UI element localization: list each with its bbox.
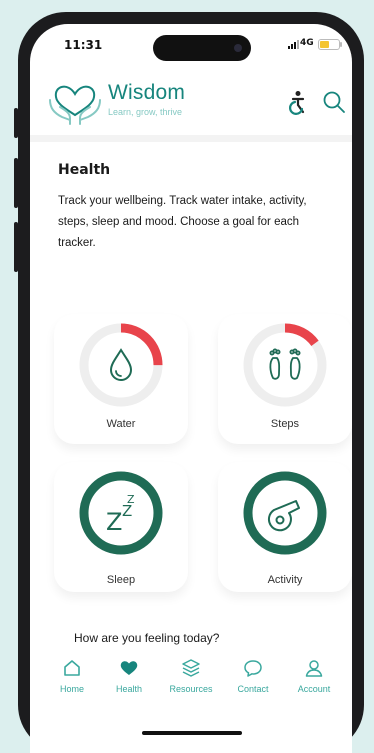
nav-account[interactable]: Account <box>282 658 346 694</box>
search-icon[interactable] <box>322 90 346 114</box>
app-header: Wisdom Learn, grow, thrive <box>30 76 352 132</box>
tracker-card-water[interactable]: Water <box>54 314 188 444</box>
sleep-progress-ring: Z Z Z <box>79 471 163 555</box>
page-description: Track your wellbeing. Track water intake… <box>58 195 307 249</box>
chat-bubble-icon <box>244 660 262 677</box>
person-icon <box>305 660 323 677</box>
brand-tagline: Learn, grow, thrive <box>108 107 183 117</box>
svg-text:Z: Z <box>127 493 135 506</box>
app-screen: 11:31 4G Wisdom Learn, grow, thrive Heal… <box>30 24 352 753</box>
nav-contact[interactable]: Contact <box>221 658 285 694</box>
accessibility-icon[interactable] <box>287 90 309 116</box>
tracker-card-activity[interactable]: Activity <box>218 462 352 592</box>
battery-icon <box>318 39 342 50</box>
tracker-label-activity: Activity <box>267 574 303 586</box>
status-bar: 11:31 4G <box>30 24 352 70</box>
svg-text:Z: Z <box>106 508 122 536</box>
network-type: 4G <box>300 38 314 48</box>
nav-home[interactable]: Home <box>40 658 104 694</box>
mute-switch <box>14 108 18 138</box>
hands-heart-logo-icon[interactable] <box>46 80 104 126</box>
dynamic-island <box>153 35 251 61</box>
brand-name: Wisdom <box>108 81 186 104</box>
mood-prompt: How are you feeling today? <box>74 631 220 645</box>
volume-up-button <box>14 158 18 208</box>
tracker-label-steps: Steps <box>270 418 300 430</box>
nav-label-home: Home <box>59 684 84 694</box>
sleep-zzz-icon: Z Z Z <box>106 493 135 536</box>
footprints-icon <box>269 348 301 380</box>
tracker-card-sleep[interactable]: Z Z Z Sleep <box>54 462 188 592</box>
nav-label-health: Health <box>115 684 142 694</box>
water-drop-icon <box>109 348 133 381</box>
header-divider <box>30 135 352 142</box>
nav-resources[interactable]: Resources <box>159 658 223 694</box>
nav-health[interactable]: Health <box>97 658 161 694</box>
tracker-card-steps[interactable]: Steps <box>218 314 352 444</box>
status-time: 11:31 <box>64 38 103 52</box>
bottom-nav: Home Health Resources Contact Account <box>30 654 352 714</box>
nav-label-resources: Resources <box>169 684 213 694</box>
activity-progress-ring <box>243 471 327 555</box>
heart-icon <box>120 661 138 675</box>
whistle-icon <box>267 500 300 532</box>
water-progress-ring <box>79 323 163 407</box>
steps-progress-ring <box>243 323 327 407</box>
layers-icon <box>182 659 200 677</box>
nav-label-account: Account <box>297 684 331 694</box>
signal-icon <box>288 40 299 49</box>
tracker-label-sleep: Sleep <box>106 574 136 586</box>
tracker-label-water: Water <box>106 418 136 430</box>
page-title: Health <box>58 162 111 178</box>
home-indicator <box>142 731 242 735</box>
volume-down-button <box>14 222 18 272</box>
home-icon <box>64 660 80 676</box>
nav-label-contact: Contact <box>237 684 269 694</box>
